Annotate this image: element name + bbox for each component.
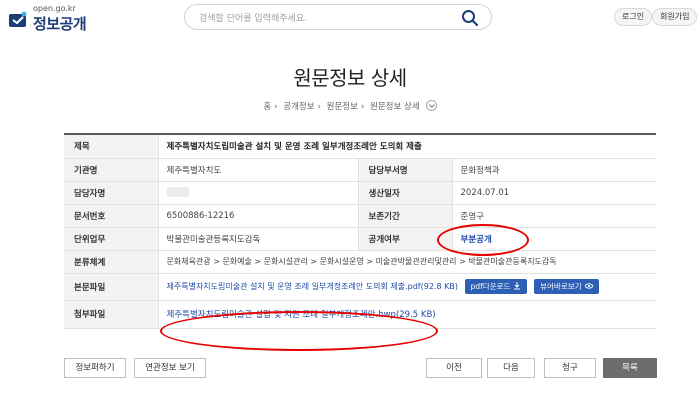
related-info-button[interactable]: 연관정보 보기 bbox=[134, 358, 206, 378]
viewer-button[interactable]: 뷰어바로보기 bbox=[534, 279, 599, 294]
next-button[interactable]: 다음 bbox=[487, 358, 535, 378]
pdf-download-button[interactable]: pdf다운로드 bbox=[464, 279, 528, 294]
attach-label: 첨부파일 bbox=[64, 300, 159, 329]
attach-cell: 제주특별자치도립미술관 설립 및 지원 조례 일부개정조례안.hwp(29.5 … bbox=[158, 300, 656, 329]
retention-value: 준영구 bbox=[452, 204, 656, 228]
date-value: 2024.07.01 bbox=[452, 181, 656, 205]
open-label: 공개여부 bbox=[358, 227, 453, 251]
date-label: 생산일자 bbox=[358, 181, 453, 205]
pdf-download-label: pdf다운로드 bbox=[470, 282, 511, 291]
table-row: 본문파일 제주특별자치도립미술관 설치 및 운영 조례 일부개정조례안 도의회 … bbox=[64, 273, 656, 301]
download-icon bbox=[514, 282, 521, 290]
breadcrumb-original-info[interactable]: 원문정보 bbox=[327, 102, 358, 112]
list-button[interactable]: 목록 bbox=[603, 358, 657, 378]
title-value: 제주특별자치도립미술관 설치 및 운영 조례 일부개정조례안 도의회 제출 bbox=[158, 134, 656, 159]
table-row: 단위업무 박물관미술관등록지도감독 공개여부 부분공개 bbox=[64, 227, 656, 251]
class-value: 문화체육관광 > 문화예술 > 문화시설관리 > 문화시설운영 > 미술관박물관… bbox=[158, 250, 656, 274]
org-value: 제주특별자치도 bbox=[158, 158, 359, 182]
attach-link[interactable]: 제주특별자치도립미술관 설립 및 지원 조례 일부개정조례안.hwp(29.5 … bbox=[167, 310, 436, 320]
request-button[interactable]: 청구 bbox=[544, 358, 596, 378]
search-placeholder: 검색할 단어를 입력해주세요. bbox=[199, 14, 307, 24]
owner-value bbox=[158, 181, 359, 205]
table-row: 첨부파일 제주특별자치도립미술관 설립 및 지원 조례 일부개정조례안.hwp(… bbox=[64, 300, 656, 329]
prev-button[interactable]: 이전 bbox=[426, 358, 482, 378]
unit-value: 박물관미술관등록지도감독 bbox=[158, 227, 359, 251]
org-label: 기관명 bbox=[64, 158, 159, 182]
search-input[interactable]: 검색할 단어를 입력해주세요. bbox=[184, 4, 492, 30]
redacted-name bbox=[166, 187, 189, 198]
document-detail-table: 제목 제주특별자치도립미술관 설치 및 운영 조례 일부개정조례안 도의회 제출… bbox=[64, 133, 656, 329]
open-status: 부분공개 bbox=[460, 234, 492, 245]
breadcrumb-home[interactable]: 홈 bbox=[263, 102, 271, 112]
site-header: open.go.kr 정보공개 검색할 단어를 입력해주세요. 로그인 회원가입 bbox=[0, 0, 700, 38]
dept-label: 담당부서명 bbox=[358, 158, 453, 182]
page-title: 원문정보 상세 bbox=[293, 66, 407, 90]
table-row: 분류체계 문화체육관광 > 문화예술 > 문화시설관리 > 문화시설운영 > 미… bbox=[64, 250, 656, 274]
login-button[interactable]: 로그인 bbox=[614, 8, 653, 26]
docno-label: 문서번호 bbox=[64, 204, 159, 228]
table-row: 문서번호 6500886-12216 보존기간 준영구 bbox=[64, 204, 656, 228]
title-label: 제목 bbox=[64, 134, 159, 159]
logo-title: 정보공개 bbox=[33, 15, 87, 33]
table-row: 제목 제주특별자치도립미술관 설치 및 운영 조례 일부개정조례안 도의회 제출 bbox=[64, 134, 656, 159]
owner-label: 담당자명 bbox=[64, 181, 159, 205]
join-button[interactable]: 회원가입 bbox=[652, 8, 698, 26]
eye-icon bbox=[584, 283, 593, 289]
file-label: 본문파일 bbox=[64, 273, 159, 301]
dept-value: 문화정책과 bbox=[452, 158, 656, 182]
class-label: 분류체계 bbox=[64, 250, 159, 274]
site-logo[interactable]: open.go.kr 정보공개 bbox=[8, 3, 98, 33]
search-icon[interactable] bbox=[461, 9, 479, 27]
unit-label: 단위업무 bbox=[64, 227, 159, 251]
open-cell: 부분공개 bbox=[452, 227, 656, 251]
logo-badge-icon bbox=[9, 11, 27, 27]
file-link[interactable]: 제주특별자치도립미술관 설치 및 운영 조례 일부개정조례안 도의회 제출.pd… bbox=[167, 282, 458, 291]
breadcrumb-public-info[interactable]: 공개정보 bbox=[283, 102, 314, 112]
breadcrumb: 홈 › 공개정보 › 원문정보 › 원문정보 상세 bbox=[0, 100, 700, 112]
table-row: 기관명 제주특별자치도 담당부서명 문화정책과 bbox=[64, 158, 656, 182]
breadcrumb-current: 원문정보 상세 bbox=[370, 102, 420, 112]
viewer-label: 뷰어바로보기 bbox=[540, 282, 582, 291]
retention-label: 보존기간 bbox=[358, 204, 453, 228]
share-button[interactable]: 정보퍼하기 bbox=[64, 358, 126, 378]
table-row: 담당자명 생산일자 2024.07.01 bbox=[64, 181, 656, 205]
chevron-down-icon[interactable] bbox=[425, 100, 437, 111]
file-cell: 제주특별자치도립미술관 설치 및 운영 조례 일부개정조례안 도의회 제출.pd… bbox=[158, 273, 656, 301]
docno-value: 6500886-12216 bbox=[158, 204, 359, 228]
logo-url: open.go.kr bbox=[33, 4, 76, 13]
